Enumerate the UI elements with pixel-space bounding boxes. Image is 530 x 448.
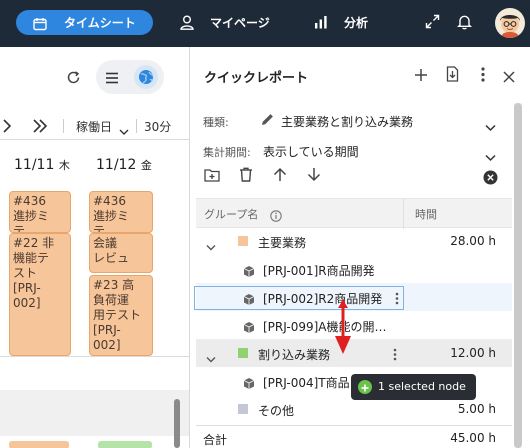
- chevron-right-icon[interactable]: [2, 118, 12, 138]
- calendar-pane: 稼働日 30分 11/11 木 11/12 金 #436 進捗ミ テ… #22 …: [0, 47, 190, 448]
- add-folder-icon[interactable]: [204, 167, 220, 186]
- plus-icon: [358, 380, 372, 394]
- more-vertical-icon[interactable]: [393, 346, 397, 365]
- chevron-down-icon[interactable]: [119, 121, 129, 140]
- scrollbar-thumb[interactable]: [514, 103, 522, 448]
- tab-analysis-label: 分析: [344, 16, 369, 30]
- row-hours: 5.00 h: [457, 402, 496, 416]
- day-header: 11/11 木: [14, 157, 70, 173]
- arrow-up-icon[interactable]: [273, 167, 287, 186]
- calendar-event[interactable]: #22 非 機能テ スト [PRJ- 002]: [9, 233, 71, 356]
- type-select[interactable]: 主要業務と割り込み業務: [281, 113, 413, 130]
- project-row[interactable]: [PRJ-001]R商品開発: [196, 255, 512, 283]
- tab-timesheet[interactable]: タイムシート: [16, 10, 153, 35]
- calendar-event[interactable]: #436 進捗ミ テ…: [89, 191, 153, 233]
- divider: [0, 356, 189, 357]
- selection-outline: [194, 286, 404, 310]
- project-row[interactable]: [PRJ-099]A機能の開…: [196, 311, 512, 339]
- column-group-name: グループ名: [204, 208, 259, 221]
- avatar[interactable]: [495, 8, 525, 38]
- day-date: 11/11: [14, 157, 55, 173]
- menu-icon[interactable]: [104, 70, 120, 89]
- calendar-event[interactable]: 会議 レビュ: [89, 233, 153, 273]
- download-icon[interactable]: [446, 66, 459, 86]
- divider: [63, 119, 64, 133]
- top-navigation-bar: タイムシート マイページ 分析: [0, 0, 530, 47]
- row-label: [PRJ-099]A機能の開…: [263, 320, 387, 334]
- group-row[interactable]: 主要業務 28.00 h: [196, 227, 512, 255]
- globe-icon[interactable]: [134, 65, 158, 89]
- row-label: 主要業務: [258, 236, 307, 250]
- tab-mypage[interactable]: マイページ: [180, 14, 290, 34]
- chevron-down-icon[interactable]: [485, 117, 496, 136]
- row-label: 割り込み業務: [258, 348, 331, 362]
- non-working-time: [0, 390, 189, 436]
- row-hours: 12.00 h: [450, 346, 496, 360]
- type-label: 種類:: [203, 116, 229, 129]
- cube-icon: [243, 319, 255, 338]
- pencil-icon: [260, 112, 275, 131]
- tab-analysis[interactable]: 分析: [314, 14, 374, 34]
- calendar-event[interactable]: #23 高 負荷運 用テスト [PRJ- 002]: [89, 275, 153, 356]
- day-weekday: 金: [140, 159, 152, 172]
- calendar-icon: [33, 16, 47, 35]
- color-swatch: [238, 348, 248, 358]
- column-time: 時間: [415, 208, 437, 221]
- chevron-down-icon[interactable]: [206, 349, 216, 368]
- chevron-down-icon[interactable]: [206, 237, 216, 256]
- clear-icon[interactable]: [483, 170, 498, 189]
- double-chevron-right-icon[interactable]: [32, 118, 48, 138]
- refresh-icon[interactable]: [66, 70, 81, 89]
- arrow-down-icon[interactable]: [307, 167, 321, 186]
- info-icon[interactable]: [270, 207, 282, 226]
- expand-icon[interactable]: [425, 14, 440, 33]
- total-row: 合計 45.00 h: [196, 425, 512, 448]
- divider: [136, 119, 137, 133]
- scrollbar-thumb[interactable]: [174, 399, 180, 448]
- scrollbar[interactable]: [514, 103, 522, 448]
- close-icon[interactable]: [503, 68, 515, 87]
- cube-icon: [243, 375, 255, 394]
- panel-title: クイックレポート: [204, 71, 309, 86]
- row-label: [PRJ-001]R商品開発: [263, 264, 375, 278]
- calendar-event[interactable]: [98, 441, 152, 448]
- total-label: 合計: [203, 433, 228, 447]
- bar-chart-icon: [314, 15, 328, 32]
- row-label: その他: [258, 404, 295, 418]
- tab-mypage-label: マイページ: [210, 16, 270, 30]
- divider: [403, 199, 404, 229]
- workday-select[interactable]: 稼働日: [76, 118, 112, 135]
- tab-timesheet-label: タイムシート: [64, 16, 136, 30]
- calendar-event[interactable]: #436 進捗ミ テ…: [9, 191, 71, 233]
- user-icon: [180, 15, 194, 33]
- day-weekday: 木: [58, 159, 70, 172]
- drag-tooltip-label: 1 selected node: [378, 380, 466, 393]
- calendar-event[interactable]: [9, 441, 69, 448]
- divider: [0, 139, 189, 140]
- drag-tooltip: 1 selected node: [351, 374, 476, 400]
- grid-header: グループ名 時間: [196, 198, 512, 229]
- period-select[interactable]: 表示している期間: [263, 143, 359, 160]
- period-label: 集計期間:: [203, 146, 251, 159]
- drag-arrow-icon: [333, 298, 353, 360]
- day-date: 11/12: [96, 157, 137, 173]
- interval-select[interactable]: 30分: [144, 118, 171, 135]
- trash-icon[interactable]: [239, 167, 253, 186]
- chevron-down-icon[interactable]: [485, 147, 496, 166]
- calendar-nav-row: 稼働日 30分: [0, 114, 189, 140]
- row-hours: 28.00 h: [450, 234, 496, 248]
- day-header: 11/12 金: [96, 157, 152, 173]
- bell-icon[interactable]: [457, 14, 472, 34]
- more-vertical-icon[interactable]: [480, 67, 486, 86]
- color-swatch: [238, 236, 248, 246]
- add-icon[interactable]: [414, 67, 428, 86]
- total-hours: 45.00 h: [450, 431, 496, 445]
- cube-icon: [243, 263, 255, 282]
- row-label: [PRJ-004]T商品: [263, 376, 350, 390]
- color-swatch: [238, 404, 248, 414]
- group-row[interactable]: 割り込み業務 12.00 h: [196, 339, 512, 367]
